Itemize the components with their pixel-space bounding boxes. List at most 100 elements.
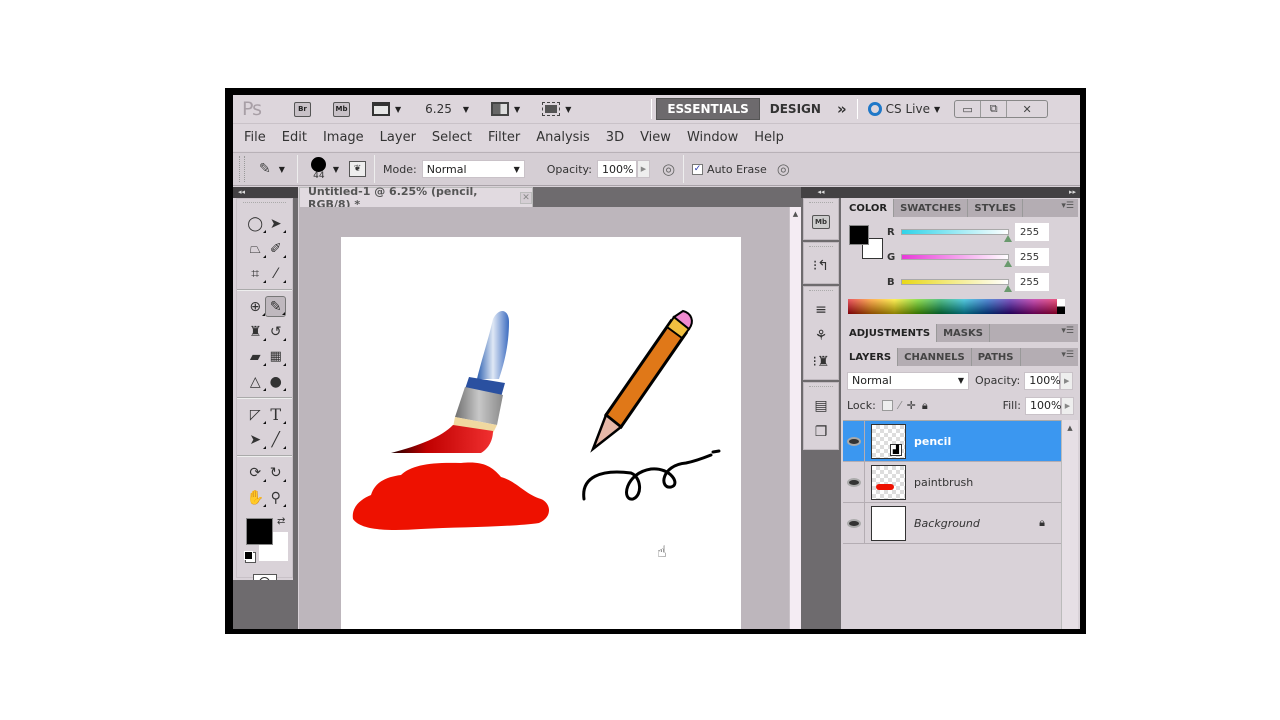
visibility-toggle[interactable] <box>843 461 865 503</box>
brush-preset-picker[interactable]: 44 <box>310 157 328 181</box>
menu-window[interactable]: Window <box>687 130 738 145</box>
black-white-ramp[interactable] <box>1057 299 1065 314</box>
eyedropper-tool-icon[interactable]: ⁄ <box>266 263 287 284</box>
tab-channels[interactable]: CHANNELS <box>898 348 972 366</box>
clone-stamp-tool-icon[interactable]: ♜ <box>245 321 266 342</box>
layer-row-pencil[interactable]: ▟ pencil <box>843 420 1061 462</box>
swap-colors-icon[interactable]: ⇄ <box>277 516 285 527</box>
fill-slider-button[interactable]: ▶ <box>1061 396 1074 415</box>
lock-all-icon[interactable]: 🔒︎ <box>922 399 928 413</box>
scroll-up-icon[interactable]: ▲ <box>1067 424 1072 432</box>
lock-image-pixels-icon[interactable]: ⁄ <box>899 399 901 412</box>
panel-menu-icon[interactable]: ▾☰ <box>1061 350 1074 360</box>
layer-opacity-slider-button[interactable]: ▶ <box>1060 371 1074 390</box>
tablet-size-pressure-icon[interactable]: ◎ <box>777 160 790 178</box>
line-tool-icon[interactable]: ╱ <box>266 429 287 450</box>
cs-live-button[interactable]: CS Live ▼ <box>867 102 940 116</box>
view-extras-button[interactable]: ▼ <box>372 102 401 116</box>
menu-image[interactable]: Image <box>323 130 364 145</box>
layer-opacity-input[interactable]: 100% <box>1024 371 1061 390</box>
tab-styles[interactable]: STYLES <box>968 199 1024 217</box>
green-slider[interactable] <box>901 254 1012 267</box>
canvas[interactable]: ☝ <box>341 237 741 629</box>
green-slider-thumb[interactable] <box>1004 260 1012 267</box>
gradient-tool-icon[interactable]: ▦ <box>266 346 287 367</box>
foreground-color-swatch[interactable] <box>849 225 869 245</box>
layers-scrollbar[interactable]: ▲ <box>1061 420 1078 629</box>
polygonal-lasso-tool-icon[interactable]: ⏢ <box>245 238 266 259</box>
dock-collapse[interactable]: ◂◂ <box>801 187 841 198</box>
brush-presets-panel-icon[interactable]: ≡ <box>804 297 838 323</box>
panel-menu-icon[interactable]: ▾☰ <box>1061 326 1074 336</box>
opacity-slider-button[interactable]: ▶ <box>636 160 650 178</box>
close-document-button[interactable]: ✕ <box>520 191 532 204</box>
options-bar-grip[interactable] <box>239 156 245 182</box>
fill-input[interactable]: 100% <box>1025 396 1061 415</box>
visibility-toggle[interactable] <box>843 420 865 462</box>
tab-masks[interactable]: MASKS <box>937 324 990 342</box>
color-spectrum-ramp[interactable] <box>848 299 1057 314</box>
workspace-design[interactable]: DESIGN <box>760 98 831 120</box>
brush-panel-icon[interactable]: ⚘ <box>804 323 838 349</box>
auto-erase-checkbox[interactable]: ✓ <box>692 163 704 175</box>
lock-position-icon[interactable]: ✛ <box>907 399 916 412</box>
tab-color[interactable]: COLOR <box>843 199 895 217</box>
red-slider-thumb[interactable] <box>1004 235 1012 242</box>
hand-tool-icon[interactable]: ✋ <box>245 487 266 508</box>
blend-mode-dropdown[interactable]: Normal ▼ <box>847 371 969 390</box>
dodge-tool-icon[interactable]: ● <box>266 371 287 392</box>
tab-layers[interactable]: LAYERS <box>843 348 899 366</box>
scroll-up-icon[interactable]: ▲ <box>790 210 801 218</box>
history-brush-tool-icon[interactable]: ↺ <box>266 321 287 342</box>
elliptical-marquee-tool-icon[interactable]: ◯ <box>245 213 266 234</box>
visibility-toggle[interactable] <box>843 502 865 544</box>
menu-filter[interactable]: Filter <box>488 130 520 145</box>
panel-menu-icon[interactable]: ▾☰ <box>1061 201 1074 211</box>
crop-tool-icon[interactable]: ⌗ <box>245 263 266 284</box>
document-tab[interactable]: Untitled-1 @ 6.25% (pencil, RGB/8) * ✕ <box>299 185 533 211</box>
zoom-level-dropdown[interactable]: 6.25 ▼ <box>425 102 469 116</box>
3d-orbit-tool-icon[interactable]: ↻ <box>266 462 287 483</box>
close-button[interactable]: ✕ <box>1007 101 1047 117</box>
type-tool-icon[interactable]: T <box>266 404 287 425</box>
panels-collapse[interactable]: ▸▸ <box>841 187 1080 198</box>
red-value-input[interactable]: 255 <box>1015 223 1049 241</box>
menu-analysis[interactable]: Analysis <box>536 130 590 145</box>
menu-select[interactable]: Select <box>432 130 472 145</box>
tab-swatches[interactable]: SWATCHES <box>894 199 969 217</box>
pencil-tool-icon[interactable]: ✎ <box>265 296 286 317</box>
menu-edit[interactable]: Edit <box>282 130 307 145</box>
zoom-tool-icon[interactable]: ⚲ <box>266 487 287 508</box>
blue-slider-thumb[interactable] <box>1004 285 1012 292</box>
tab-adjustments[interactable]: ADJUSTMENTS <box>843 324 938 342</box>
arrange-documents-button[interactable]: ▼ <box>491 102 520 116</box>
menu-3d[interactable]: 3D <box>606 130 624 145</box>
mode-dropdown[interactable]: Normal ▼ <box>421 160 525 178</box>
menu-help[interactable]: Help <box>754 130 784 145</box>
lock-transparent-pixels-icon[interactable] <box>881 400 893 411</box>
mini-bridge-panel-icon[interactable]: Mb <box>804 209 838 235</box>
green-value-input[interactable]: 255 <box>1015 248 1049 266</box>
clone-source-panel-icon[interactable]: ⁝♜ <box>804 349 838 375</box>
tools-panel-collapse[interactable]: ◂◂ <box>233 187 298 198</box>
blue-slider[interactable] <box>901 279 1012 292</box>
pen-tool-icon[interactable]: ◸ <box>245 404 266 425</box>
quick-selection-tool-icon[interactable]: ✐ <box>266 238 287 259</box>
path-selection-tool-icon[interactable]: ➤ <box>245 429 266 450</box>
vertical-scrollbar[interactable]: ▲ <box>789 207 801 629</box>
more-workspaces-button[interactable]: » <box>831 98 853 120</box>
paragraph-panel-icon[interactable]: ❐ <box>804 419 838 445</box>
tablet-opacity-pressure-icon[interactable]: ◎ <box>662 160 675 178</box>
blur-tool-icon[interactable]: △ <box>245 371 266 392</box>
foreground-color-swatch[interactable] <box>246 518 273 545</box>
red-eye-tool-icon[interactable]: ⊕ <box>245 296 266 317</box>
history-panel-icon[interactable]: ⁝↰ <box>804 253 838 279</box>
layer-row-paintbrush[interactable]: paintbrush <box>843 461 1061 503</box>
tool-preset-picker[interactable]: ✎ ▼ <box>259 161 285 177</box>
opacity-input[interactable]: 100% <box>596 160 637 178</box>
menu-file[interactable]: File <box>244 130 266 145</box>
3d-rotate-tool-icon[interactable]: ⟳ <box>245 462 266 483</box>
character-panel-icon[interactable]: ▤ <box>804 393 838 419</box>
brush-panel-toggle[interactable]: ❦ <box>349 161 367 177</box>
mini-bridge-button[interactable]: Mb <box>333 101 350 117</box>
